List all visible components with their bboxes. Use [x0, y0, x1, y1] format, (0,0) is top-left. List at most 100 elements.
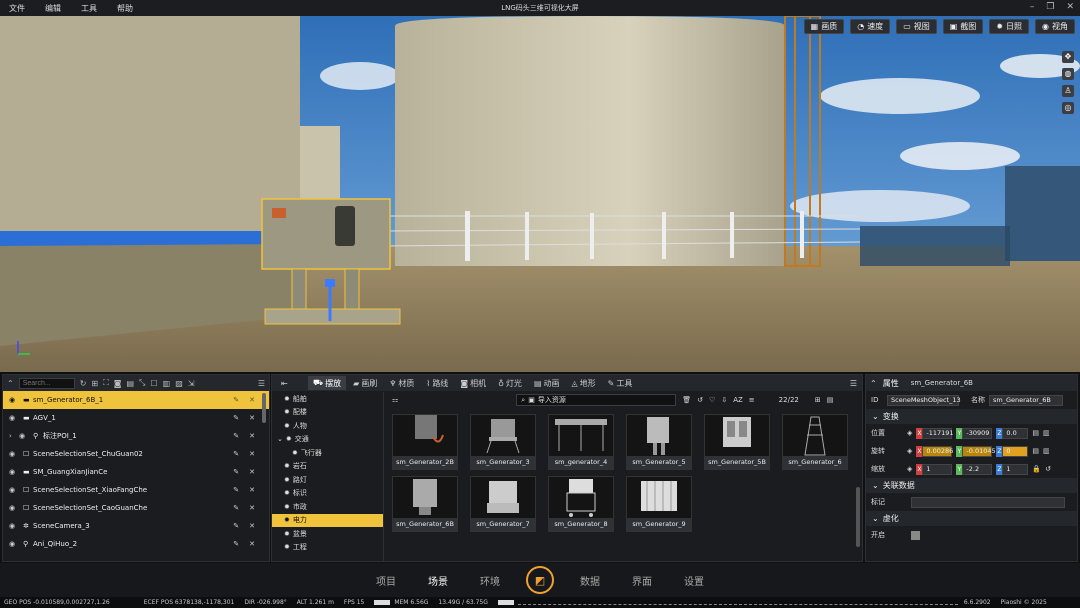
- world-icon[interactable]: ◎: [1062, 102, 1074, 114]
- category-item-selected[interactable]: ✹ 电力: [272, 513, 383, 527]
- tab-material[interactable]: ♆ 材质: [384, 376, 419, 390]
- category-item[interactable]: ⌄ ✹ 交通: [272, 433, 383, 447]
- outliner-row-guangxian[interactable]: ◉ ▬ SM_GuangXianJianCe ✎ ✕: [3, 463, 269, 481]
- sort-az-icon[interactable]: AZ: [733, 396, 743, 404]
- outliner-row-agv[interactable]: ◉ ▬ AGV_1 ✎ ✕: [3, 409, 269, 427]
- asset-card[interactable]: sm_Generator_8: [548, 476, 614, 532]
- position-y-field[interactable]: -30909: [962, 427, 993, 439]
- list-icon[interactable]: ☰: [845, 376, 862, 390]
- category-item[interactable]: ✹ 工程: [272, 541, 383, 555]
- paste-icon[interactable]: ▥: [1043, 429, 1050, 437]
- minimize-icon[interactable]: –: [1030, 2, 1035, 12]
- rotation-x-field[interactable]: 0.00286: [922, 445, 953, 457]
- folder-tree-icon[interactable]: ⚏: [392, 396, 398, 404]
- lock-icon[interactable]: 🔒: [1032, 465, 1041, 473]
- category-item[interactable]: ✹ 配楼: [272, 406, 383, 420]
- copy-icon[interactable]: ▤: [1032, 429, 1039, 437]
- delete-icon[interactable]: ✕: [249, 504, 255, 512]
- 3d-viewport[interactable]: ▦ 画质 ◔ 速度 ▭ 视图 ▣ 截图 ✹ 日照 ◉ 视角 ✥ ◍ ♙ ◎: [0, 16, 1080, 372]
- reset-icon[interactable]: ↺: [1045, 465, 1051, 473]
- eye-icon[interactable]: ◉: [9, 450, 19, 458]
- eye-icon[interactable]: ◉: [19, 432, 29, 440]
- close-icon[interactable]: ✕: [1066, 2, 1074, 12]
- edit-icon[interactable]: ✎: [233, 414, 239, 422]
- move-icon[interactable]: ✥: [1062, 51, 1074, 63]
- delete-icon[interactable]: ✕: [249, 432, 255, 440]
- refresh-icon[interactable]: ↻: [80, 379, 87, 388]
- delete-icon[interactable]: ✕: [249, 414, 255, 422]
- camera-icon[interactable]: ◙: [114, 379, 122, 388]
- category-item[interactable]: ✹ 市政: [272, 500, 383, 514]
- eye-icon[interactable]: ◉: [9, 486, 19, 494]
- tab-route[interactable]: ⌇ 路线: [421, 376, 453, 390]
- grid-icon[interactable]: ⊞: [91, 379, 98, 388]
- asset-card[interactable]: sm_Generator_3: [470, 414, 536, 470]
- transform-section[interactable]: ⌄ 变换: [866, 409, 1077, 424]
- category-item[interactable]: ✹ 路灯: [272, 473, 383, 487]
- delete-icon[interactable]: ✕: [249, 396, 255, 404]
- sun-button[interactable]: ✹ 日照: [989, 19, 1030, 34]
- globe-icon[interactable]: ◍: [1062, 68, 1074, 80]
- outliner-row-qihuo[interactable]: ◉ ⚲ Ani_QiHuo_2 ✎ ✕: [3, 535, 269, 553]
- paste-icon[interactable]: ▥: [1043, 447, 1050, 455]
- expand-icon[interactable]: ⤡: [139, 378, 145, 388]
- menu-edit[interactable]: 编辑: [45, 3, 61, 14]
- scale-y-field[interactable]: -2.2: [962, 463, 993, 475]
- tab-brush[interactable]: ▰ 画刷: [348, 376, 382, 390]
- edit-icon[interactable]: ✎: [233, 450, 239, 458]
- related-data-section[interactable]: ⌄ 关联数据: [866, 478, 1077, 493]
- position-x-field[interactable]: -117191: [922, 427, 954, 439]
- category-item[interactable]: ✹ 标识: [272, 487, 383, 501]
- restore-icon[interactable]: ❐: [1046, 2, 1054, 12]
- tab-camera[interactable]: ◙ 相机: [455, 376, 491, 390]
- name-field[interactable]: sm_Generator_6B: [989, 394, 1063, 406]
- eye-icon[interactable]: ◉: [9, 468, 19, 476]
- asset-card[interactable]: sm_Generator_6B: [392, 476, 458, 532]
- menu-tools[interactable]: 工具: [81, 3, 97, 14]
- edit-icon[interactable]: ✎: [233, 468, 239, 476]
- scale-x-field[interactable]: 1: [922, 463, 953, 475]
- collapse-icon[interactable]: ⌃: [7, 379, 14, 388]
- view-button[interactable]: ▭ 视图: [896, 19, 937, 34]
- trash-icon[interactable]: 🗑: [682, 396, 691, 404]
- history-icon[interactable]: ↺: [697, 396, 703, 404]
- tab-place[interactable]: ⛟ 摆放: [308, 376, 347, 390]
- camera-angle-button[interactable]: ◉ 视角: [1035, 19, 1075, 34]
- film-icon[interactable]: ▤: [126, 379, 134, 388]
- outliner-row-chuguan[interactable]: ◉ ☐ SceneSelectionSet_ChuGuan02 ✎ ✕: [3, 445, 269, 463]
- person-icon[interactable]: ♙: [1062, 85, 1074, 97]
- import-icon[interactable]: ⇩: [721, 396, 727, 404]
- heart-icon[interactable]: ♡: [709, 396, 715, 404]
- rotation-y-field[interactable]: -0.010453: [962, 445, 1000, 457]
- grid-view-icon[interactable]: ⊞: [815, 396, 821, 404]
- box-icon[interactable]: ☐: [150, 379, 157, 388]
- edit-icon[interactable]: ✎: [233, 432, 239, 440]
- outliner-search-input[interactable]: [18, 377, 75, 389]
- nav-interface[interactable]: 界面: [616, 573, 668, 588]
- asset-search-input[interactable]: ⌕ ▣ 导入资源: [516, 394, 677, 406]
- tab-animation[interactable]: ▤ 动画: [529, 376, 565, 390]
- nav-environment[interactable]: 环境: [464, 573, 516, 588]
- screenshot-button[interactable]: ▣ 截图: [942, 19, 984, 34]
- tab-terrain[interactable]: ◬ 地形: [567, 376, 601, 390]
- eye-icon[interactable]: ◉: [9, 540, 19, 548]
- asset-card[interactable]: sm_Generator_7: [470, 476, 536, 532]
- sort-icon[interactable]: ≡: [749, 396, 755, 404]
- asset-card[interactable]: sm_Generator_5B: [704, 414, 770, 470]
- delete-icon[interactable]: ✕: [249, 486, 255, 494]
- eye-icon[interactable]: ◉: [9, 504, 19, 512]
- list-icon[interactable]: ☰: [258, 379, 265, 388]
- outliner-scrollbar[interactable]: [262, 393, 266, 423]
- timeline-ruler[interactable]: [517, 600, 958, 605]
- virtual-section[interactable]: ⌄ 虚化: [866, 511, 1077, 526]
- scale-z-field[interactable]: 1: [1002, 463, 1029, 475]
- asset-card[interactable]: sm_Generator_2B: [392, 414, 458, 470]
- quality-button[interactable]: ▦ 画质: [803, 19, 845, 34]
- asset-card[interactable]: sm_Generator_9: [626, 476, 692, 532]
- delete-icon[interactable]: ✕: [249, 522, 255, 530]
- edit-icon[interactable]: ✎: [233, 504, 239, 512]
- collapse-icon[interactable]: ⌃: [870, 379, 877, 388]
- eye-icon[interactable]: ◉: [9, 396, 19, 404]
- app-logo-icon[interactable]: ◩: [526, 566, 554, 594]
- delete-icon[interactable]: ✕: [249, 450, 255, 458]
